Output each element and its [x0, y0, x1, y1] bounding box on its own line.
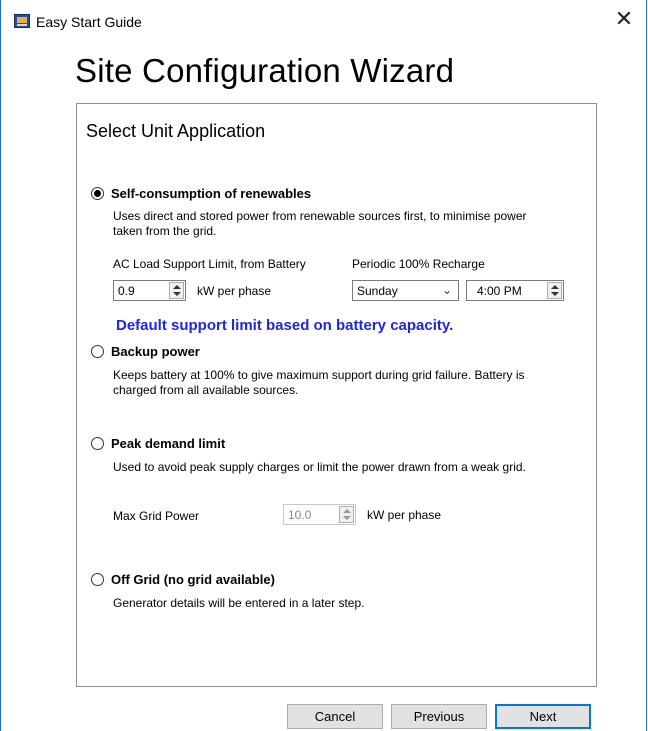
max-grid-value: 10.0 — [288, 508, 312, 522]
recharge-time-value: 4:00 PM — [477, 284, 522, 298]
title-bar: Easy Start Guide ✕ — [1, 0, 646, 40]
max-grid-stepper[interactable]: 10.0 — [283, 504, 356, 525]
ac-load-unit: kW per phase — [197, 284, 272, 298]
backup-label: Backup power — [111, 343, 200, 359]
previous-button[interactable]: Previous — [391, 704, 487, 729]
recharge-day-select[interactable]: Sunday ⌄ — [352, 280, 459, 301]
backup-option[interactable]: Backup power — [91, 342, 200, 360]
cancel-button[interactable]: Cancel — [287, 704, 383, 729]
self-consumption-option[interactable]: Self-consumption of renewables — [91, 184, 311, 202]
off-grid-option[interactable]: Off Grid (no grid available) — [91, 570, 275, 588]
page-title: Site Configuration Wizard — [75, 52, 455, 89]
self-consumption-label: Self-consumption of renewables — [111, 185, 312, 201]
off-grid-description: Generator details will be entered in a l… — [113, 596, 365, 610]
max-grid-label: Max Grid Power — [113, 509, 200, 523]
window-title: Easy Start Guide — [36, 14, 142, 30]
backup-radio[interactable] — [91, 344, 104, 358]
stepper-arrows-icon[interactable] — [169, 282, 184, 299]
application-panel: Select Unit Application Self-consumption… — [76, 103, 597, 687]
self-consumption-radio[interactable] — [91, 186, 104, 200]
peak-demand-option[interactable]: Peak demand limit — [91, 434, 225, 452]
stepper-arrows-icon[interactable] — [547, 282, 562, 299]
recharge-time-stepper[interactable]: 4:00 PM — [466, 280, 564, 301]
wizard-window: Easy Start Guide ✕ Site Configuration Wi… — [0, 0, 647, 731]
off-grid-label: Off Grid (no grid available) — [111, 571, 275, 587]
ac-load-value: 0.9 — [118, 284, 135, 298]
self-consumption-description: Uses direct and stored power from renewa… — [113, 209, 527, 238]
ac-load-label: AC Load Support Limit, from Battery — [113, 257, 306, 271]
peak-demand-description: Used to avoid peak supply charges or lim… — [113, 460, 526, 474]
next-button[interactable]: Next — [495, 704, 591, 729]
recharge-day-value: Sunday — [357, 284, 398, 298]
default-limit-info: Default support limit based on battery c… — [116, 317, 454, 334]
panel-title: Select Unit Application — [86, 121, 266, 141]
max-grid-unit: kW per phase — [367, 508, 442, 522]
recharge-label: Periodic 100% Recharge — [352, 257, 485, 271]
off-grid-radio[interactable] — [91, 572, 104, 586]
ac-load-stepper[interactable]: 0.9 — [113, 280, 186, 301]
stepper-arrows-icon[interactable] — [339, 506, 354, 523]
peak-demand-radio[interactable] — [91, 436, 104, 450]
peak-demand-label: Peak demand limit — [111, 435, 226, 451]
app-icon — [14, 14, 30, 28]
backup-description: Keeps battery at 100% to give maximum su… — [113, 368, 525, 397]
chevron-down-icon: ⌄ — [441, 283, 452, 297]
close-icon[interactable]: ✕ — [608, 6, 640, 34]
